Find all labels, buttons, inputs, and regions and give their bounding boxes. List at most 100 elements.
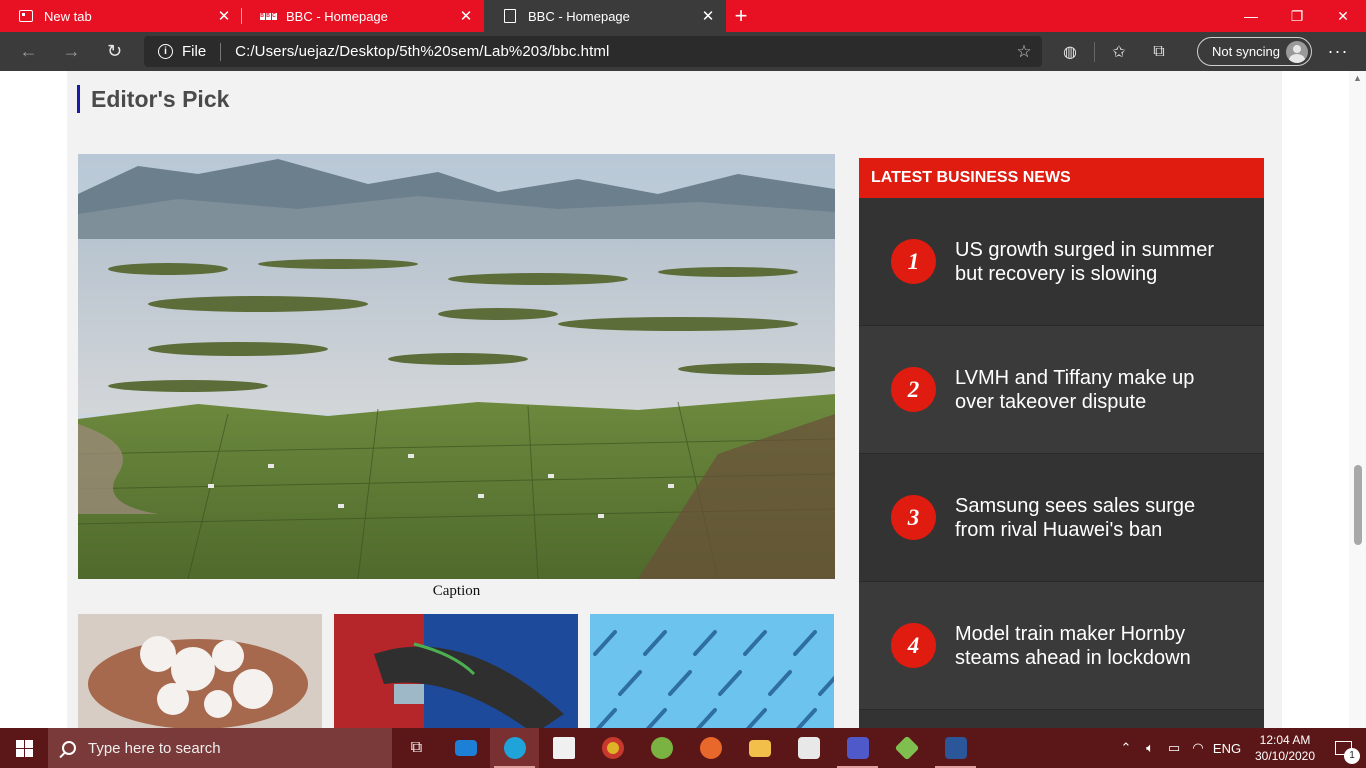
store-icon [552,737,575,759]
scroll-up-arrow-icon[interactable]: ▲ [1353,73,1362,83]
translate-icon[interactable]: ◍ [1050,42,1090,62]
search-icon [62,741,76,755]
taskbar-search-box[interactable]: Type here to search [48,728,392,768]
news-headline[interactable]: LVMH and Tiffany make up over takeover d… [955,366,1225,414]
wifi-icon[interactable]: ◠ [1186,740,1210,756]
taskbar-mail[interactable] [441,728,490,768]
page-icon [502,9,518,23]
firefox-icon [699,737,722,759]
dolphin-rescue-image [334,614,578,728]
news-item[interactable]: 3 Samsung sees sales surge from rival Hu… [859,454,1264,582]
address-url[interactable]: C:/Users/uejaz/Desktop/5th%20sem/Lab%203… [235,43,1006,60]
new-tab-page-icon [18,10,34,22]
tab-bbc-homepage-active[interactable]: BBC - Homepage ✕ [484,0,726,32]
start-button[interactable] [0,728,48,768]
task-view-icon: ⧉ [410,739,423,756]
news-headline[interactable]: Samsung sees sales surge from rival Huaw… [955,494,1225,542]
vertical-scrollbar[interactable]: ▲ [1349,71,1366,728]
python-file-icon [797,737,820,759]
sync-label: Not syncing [1212,44,1280,59]
window-controls: — ❐ ✕ [1228,0,1366,32]
thumbnail-handwashing[interactable] [78,614,322,728]
thumbnail-vials[interactable] [590,614,834,728]
profile-sync-button[interactable]: Not syncing [1197,37,1312,66]
close-icon[interactable]: ✕ [458,7,474,25]
edge-icon [503,737,526,759]
windows-taskbar: Type here to search ⧉ ⌃ 🔈︎ ▭ ◠ ENG 12:04… [0,728,1366,768]
folder-icon [748,739,771,757]
close-icon[interactable]: ✕ [216,7,232,25]
tab-bbc-homepage[interactable]: BBC BBC - Homepage ✕ [242,0,484,32]
news-heading: LATEST BUSINESS NEWS [859,158,1264,198]
mail-icon [454,740,477,756]
browser-toolbar: ← → ↻ i File C:/Users/uejaz/Desktop/5th%… [0,32,1366,71]
refresh-button[interactable]: ↻ [93,32,136,71]
close-icon[interactable]: ✕ [700,7,716,25]
clock-time: 12:04 AM [1259,733,1311,747]
system-tray: ⌃ 🔈︎ ▭ ◠ ENG 12:04 AM 30/10/2020 1 [1114,728,1366,768]
back-button[interactable]: ← [7,32,50,71]
address-divider [220,42,222,61]
news-headline[interactable]: US growth surged in summer but recovery … [955,238,1225,286]
news-item[interactable]: 4 Model train maker Hornby steams ahead … [859,582,1264,710]
browser-title-bar: New tab ✕ BBC BBC - Homepage ✕ BBC - Hom… [0,0,1366,32]
page-viewport: Editor's Pick Caption LATEST BUSINESS NE… [0,71,1366,728]
taskbar-firefox[interactable] [686,728,735,768]
windows-logo-icon [15,739,33,757]
news-item[interactable]: 1 US growth surged in summer but recover… [859,198,1264,326]
forward-button[interactable]: → [50,32,93,71]
clock[interactable]: 12:04 AM 30/10/2020 [1250,732,1320,764]
taskbar-word[interactable] [931,728,980,768]
favorites-icon[interactable]: ✩ [1099,42,1139,62]
language-indicator[interactable]: ENG [1210,741,1244,756]
search-placeholder: Type here to search [88,739,221,757]
news-number: 2 [891,367,936,412]
hero-caption: Caption [432,583,481,599]
taskbar-file-explorer[interactable] [735,728,784,768]
taskbar-teams[interactable] [833,728,882,768]
taskbar-android-studio[interactable] [637,728,686,768]
news-number: 1 [891,239,936,284]
action-center-button[interactable]: 1 [1320,728,1366,768]
tab-title: BBC - Homepage [528,8,630,24]
tab-new-tab[interactable]: New tab ✕ [0,0,242,32]
volume-icon[interactable]: 🔈︎ [1138,740,1162,756]
notification-badge: 1 [1344,748,1360,764]
info-icon[interactable]: i [158,44,173,59]
chevron-up-icon[interactable]: ⌃ [1114,740,1138,756]
favorite-star-icon[interactable]: ☆ [1006,42,1042,62]
collections-icon[interactable]: ⧉ [1139,43,1179,61]
news-headline[interactable]: Model train maker Hornby steams ahead in… [955,622,1225,670]
section-title: Editor's Pick [77,85,229,113]
clock-date: 30/10/2020 [1254,749,1316,763]
battery-icon[interactable]: ▭ [1162,740,1186,756]
hero-image[interactable] [78,154,835,579]
restore-button[interactable]: ❐ [1274,0,1320,32]
scrollbar-thumb[interactable] [1354,465,1362,545]
news-item[interactable]: 2 LVMH and Tiffany make up over takeover… [859,326,1264,454]
more-options-icon[interactable]: ··· [1322,32,1354,71]
taskbar-git[interactable] [882,728,931,768]
taskbar-chrome[interactable] [588,728,637,768]
business-news-panel: LATEST BUSINESS NEWS 1 US growth surged … [859,158,1264,728]
taskbar-python[interactable] [784,728,833,768]
tab-title: New tab [44,8,92,24]
news-number: 4 [891,623,936,668]
minimize-button[interactable]: — [1228,0,1274,32]
taskbar-edge[interactable] [490,728,539,768]
new-tab-button[interactable]: + [726,0,756,32]
close-window-button[interactable]: ✕ [1320,0,1366,32]
bbc-favicon-icon: BBC [259,12,277,20]
toolbar-divider [1094,41,1095,62]
news-number: 3 [891,495,936,540]
avatar [1286,40,1308,63]
android-studio-icon [650,737,673,759]
taskbar-store[interactable] [539,728,588,768]
word-icon [944,737,967,759]
tab-title: BBC - Homepage [286,8,388,24]
thumbnail-dolphin[interactable] [334,614,578,728]
teams-icon [846,737,869,759]
task-view-button[interactable]: ⧉ [392,728,441,768]
chrome-icon [601,737,624,759]
address-bar[interactable]: i File C:/Users/uejaz/Desktop/5th%20sem/… [144,36,1042,67]
